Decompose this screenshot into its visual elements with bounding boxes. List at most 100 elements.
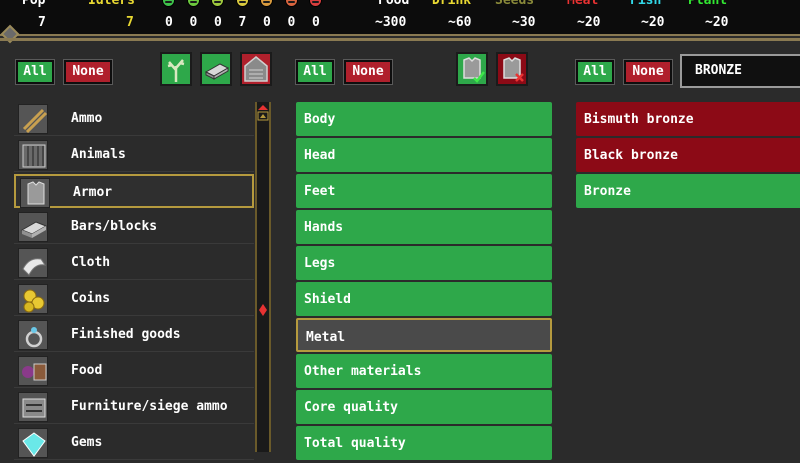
food-value: ~300 [375,15,407,30]
category-scrollbar[interactable] [255,102,271,452]
category-label: Cloth [71,255,111,270]
subcategory-row-body[interactable]: Body [296,102,552,136]
category-label: Food [71,363,103,378]
bar-filter-button[interactable] [200,52,232,86]
status-bar: Pop Idlers 7 7 Food Drink Seeds Meat Fis… [0,0,800,36]
subcategory-row-other-materials[interactable]: Other materials [296,354,552,388]
armor-enable-icon [463,57,485,83]
plant-header: Plant [688,0,728,8]
cloth-icon [18,248,48,278]
stone-filter-button[interactable] [240,52,272,86]
stockpile-settings-panel [0,38,800,450]
materials-none-button[interactable]: None [623,59,673,85]
miserable-face-icon [309,0,322,7]
subcategory-label: Core quality [304,400,398,415]
mood-count: 0 [287,15,296,30]
unhappy-face-icon [260,0,273,7]
cage-icon [18,140,48,170]
armor-disable-icon [503,57,524,82]
idlers-value: 7 [126,15,134,30]
mood-count: 0 [189,15,198,30]
subcategory-label: Head [304,148,336,163]
fine-face-icon [235,0,249,7]
subcategory-row-core-quality[interactable]: Core quality [296,390,552,424]
ammo-icon [18,104,48,134]
subcategory-row-metal[interactable]: Metal [296,318,552,352]
category-row-armor[interactable]: Armor [14,174,254,208]
tree-filter-button[interactable] [160,52,192,86]
subcategories-none-button[interactable]: None [343,59,393,85]
category-row-gems[interactable]: Gems [14,426,254,460]
drink-header: Drink [432,0,472,8]
category-label: Furniture/siege ammo [71,399,228,414]
pop-header: Pop [22,0,46,8]
subcategory-row-hands[interactable]: Hands [296,210,552,244]
subcategory-row-head[interactable]: Head [296,138,552,172]
food-header: Food [378,0,410,8]
category-label: Animals [71,147,126,162]
category-row-bars-blocks[interactable]: Bars/blocks [14,210,254,244]
bar-icon [204,63,230,80]
materials-all-button[interactable]: All [575,59,615,85]
seeds-value: ~30 [512,15,536,30]
coins-icon [18,284,48,314]
subcategory-row-legs[interactable]: Legs [296,246,552,280]
meat-header: Meat [567,0,599,8]
content-face-icon [211,0,224,7]
subcategory-row-feet[interactable]: Feet [296,174,552,208]
drink-value: ~60 [448,15,472,30]
mood-count: 0 [312,15,320,30]
food-icon [18,356,48,386]
category-label: Ammo [71,111,103,126]
category-row-food[interactable]: Food [14,354,254,388]
sad-face-icon [284,0,298,7]
plant-value: ~20 [705,15,729,30]
subcategories-all-button[interactable]: All [295,59,335,85]
mood-count: 0 [214,15,222,30]
subcategory-label: Shield [304,292,351,307]
material-label: Bismuth bronze [584,112,694,127]
material-label: Black bronze [584,148,678,163]
subcategory-row-total-quality[interactable]: Total quality [296,426,552,460]
mood-count: 7 [238,15,247,30]
armor-disable-button[interactable] [496,52,528,86]
material-row-bronze[interactable]: Bronze [576,174,800,208]
ring-icon [18,320,48,350]
mood-count: 0 [165,15,173,30]
bar-icon [18,212,48,242]
gem-icon [18,428,48,458]
category-row-ammo[interactable]: Ammo [14,102,254,136]
subcategory-label: Legs [304,256,336,271]
armor-enable-button[interactable] [456,52,488,86]
material-row-black-bronze[interactable]: Black bronze [576,138,800,172]
categories-none-button[interactable]: None [63,59,113,85]
subcategory-label: Other materials [304,364,422,379]
category-label: Finished goods [71,327,181,342]
search-input[interactable]: BRONZE [680,54,800,88]
category-label: Gems [71,435,103,450]
armor-icon [20,178,50,208]
scrollbar-track [257,105,269,316]
category-row-coins[interactable]: Coins [14,282,254,316]
subcategory-row-shield[interactable]: Shield [296,282,552,316]
material-row-bismuth-bronze[interactable]: Bismuth bronze [576,102,800,136]
category-row-finished-goods[interactable]: Finished goods [14,318,254,352]
category-label: Coins [71,291,111,306]
categories-all-button[interactable]: All [15,59,55,85]
idlers-header: Idlers [88,0,135,8]
fish-value: ~20 [641,15,665,30]
subcategory-label: Hands [304,220,344,235]
stone-icon [244,56,268,82]
subcategory-label: Feet [304,184,336,199]
happy-face-icon [186,0,200,7]
category-row-cloth[interactable]: Cloth [14,246,254,280]
category-row-furniture-siege-ammo[interactable]: Furniture/siege ammo [14,390,254,424]
ecstatic-face-icon [162,0,175,7]
pop-value: 7 [38,15,46,30]
subcategory-label: Total quality [304,436,406,451]
subcategory-label: Body [304,112,336,127]
scrollbar-thumb [259,304,267,316]
fish-header: Fish [630,0,662,8]
category-row-animals[interactable]: Animals [14,138,254,172]
tree-icon [167,59,185,82]
